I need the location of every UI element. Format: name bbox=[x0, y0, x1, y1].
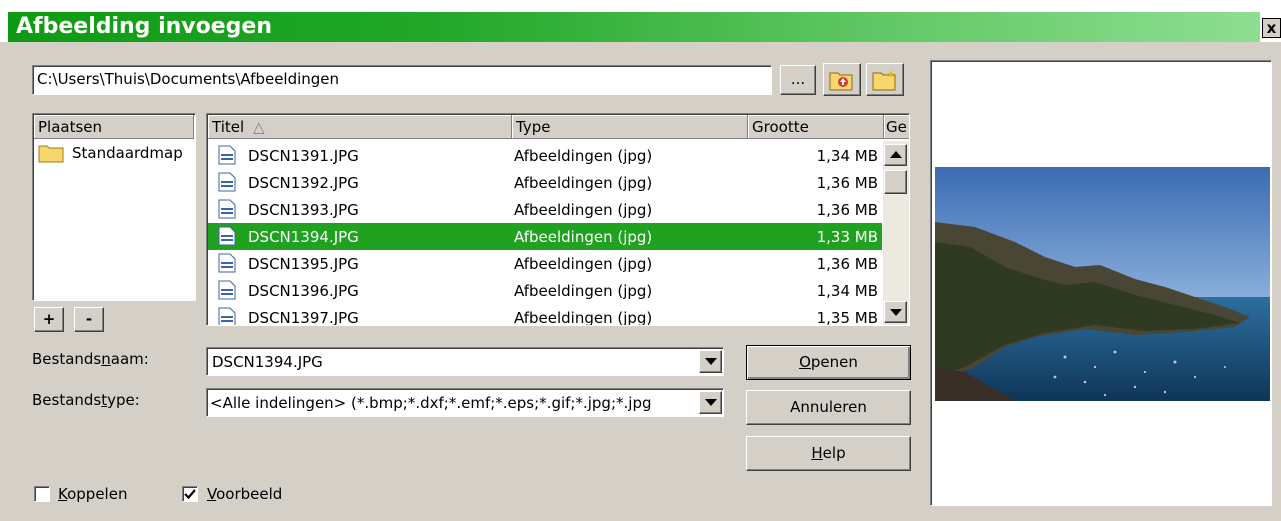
file-type: Afbeeldingen (jpg) bbox=[514, 255, 653, 273]
image-file-icon bbox=[218, 226, 236, 246]
file-size: 1,36 MB bbox=[816, 174, 878, 192]
remove-icon: - bbox=[85, 310, 93, 328]
help-button[interactable]: Help bbox=[746, 436, 911, 471]
remove-place-button[interactable]: - bbox=[74, 307, 104, 332]
filename-input[interactable]: DSCN1394.JPG bbox=[206, 347, 724, 376]
file-size: 1,33 MB bbox=[816, 228, 878, 246]
close-icon: x bbox=[1266, 19, 1277, 37]
column-type-label: Type bbox=[516, 118, 551, 136]
folder-icon bbox=[38, 145, 64, 163]
image-file-icon bbox=[218, 145, 236, 165]
file-rows: DSCN1391.JPG Afbeeldingen (jpg) 1,34 MB … bbox=[208, 142, 882, 326]
chevron-down-icon bbox=[705, 358, 717, 365]
open-button[interactable]: Openen bbox=[746, 345, 911, 380]
column-date-label: Ge bbox=[886, 118, 907, 136]
column-header-title[interactable]: Titel △ bbox=[208, 115, 512, 139]
chevron-down-icon bbox=[705, 399, 717, 406]
window-title: Afbeelding invoegen bbox=[16, 14, 272, 39]
file-name: DSCN1392.JPG bbox=[248, 174, 359, 192]
file-name: DSCN1396.JPG bbox=[248, 282, 359, 300]
column-header-type[interactable]: Type bbox=[512, 115, 748, 139]
browse-label: ... bbox=[790, 70, 806, 88]
arrow-up-icon bbox=[890, 151, 902, 158]
file-type: Afbeeldingen (jpg) bbox=[514, 147, 653, 165]
parent-folder-button[interactable] bbox=[823, 63, 861, 96]
places-header: Plaatsen bbox=[34, 115, 194, 139]
checkmark-icon bbox=[184, 489, 196, 500]
column-title-label: Titel bbox=[212, 118, 245, 136]
file-row[interactable]: DSCN1393.JPG Afbeeldingen (jpg) 1,36 MB bbox=[208, 196, 882, 223]
file-row-selected[interactable]: DSCN1394.JPG Afbeeldingen (jpg) 1,33 MB bbox=[208, 223, 882, 250]
places-panel: Plaatsen Standaardmap bbox=[32, 113, 196, 301]
file-row[interactable]: DSCN1392.JPG Afbeeldingen (jpg) 1,36 MB bbox=[208, 169, 882, 196]
new-folder-icon bbox=[872, 70, 896, 91]
new-folder-button[interactable] bbox=[866, 63, 904, 96]
file-size: 1,34 MB bbox=[816, 282, 878, 300]
place-item-standaardmap[interactable]: Standaardmap bbox=[36, 142, 194, 166]
preview-image bbox=[935, 167, 1270, 401]
scroll-down-button[interactable] bbox=[884, 301, 907, 323]
path-input[interactable]: C:\Users\Thuis\Documents\Afbeeldingen bbox=[32, 65, 772, 95]
file-list: Titel △ Type Grootte Ge DSCN1391.JPG Afb… bbox=[206, 113, 910, 326]
filename-dropdown-button[interactable] bbox=[699, 350, 722, 373]
image-file-icon bbox=[218, 199, 236, 219]
filetype-label: Bestandstype: bbox=[32, 391, 140, 409]
column-header-date[interactable]: Ge bbox=[884, 115, 909, 139]
file-list-header: Titel △ Type Grootte Ge bbox=[208, 115, 909, 139]
path-value: C:\Users\Thuis\Documents\Afbeeldingen bbox=[37, 70, 340, 88]
scroll-thumb[interactable] bbox=[884, 170, 907, 194]
link-label: Koppelen bbox=[58, 485, 128, 503]
column-size-label: Grootte bbox=[752, 118, 809, 136]
file-type: Afbeeldingen (jpg) bbox=[514, 309, 653, 326]
arrow-down-icon bbox=[890, 309, 902, 316]
file-type: Afbeeldingen (jpg) bbox=[514, 201, 653, 219]
preview-checkbox[interactable] bbox=[182, 486, 198, 502]
file-size: 1,36 MB bbox=[816, 201, 878, 219]
cancel-label: Annuleren bbox=[790, 398, 867, 416]
filename-value: DSCN1394.JPG bbox=[212, 353, 323, 371]
filename-label: Bestandsnaam: bbox=[32, 350, 149, 368]
preview-pane bbox=[930, 60, 1272, 506]
vertical-scrollbar[interactable] bbox=[883, 141, 909, 325]
file-size: 1,35 MB bbox=[816, 309, 878, 326]
image-file-icon bbox=[218, 280, 236, 300]
image-file-icon bbox=[218, 172, 236, 192]
file-type: Afbeeldingen (jpg) bbox=[514, 228, 653, 246]
image-file-icon bbox=[218, 307, 236, 325]
cancel-button[interactable]: Annuleren bbox=[746, 390, 911, 425]
file-size: 1,34 MB bbox=[816, 147, 878, 165]
close-button[interactable]: x bbox=[1262, 18, 1281, 38]
file-name: DSCN1397.JPG bbox=[248, 309, 359, 326]
link-checkbox[interactable] bbox=[34, 486, 50, 502]
filetype-value: <Alle indelingen> (*.bmp;*.dxf;*.emf;*.e… bbox=[210, 394, 652, 412]
file-row[interactable]: DSCN1395.JPG Afbeeldingen (jpg) 1,36 MB bbox=[208, 250, 882, 277]
file-name: DSCN1391.JPG bbox=[248, 147, 359, 165]
place-item-label: Standaardmap bbox=[72, 144, 183, 162]
file-row[interactable]: DSCN1396.JPG Afbeeldingen (jpg) 1,34 MB bbox=[208, 277, 882, 304]
file-name: DSCN1394.JPG bbox=[248, 228, 359, 246]
preview-label: Voorbeeld bbox=[207, 485, 283, 503]
scroll-up-button[interactable] bbox=[884, 144, 907, 166]
places-header-label: Plaatsen bbox=[38, 118, 103, 136]
file-size: 1,36 MB bbox=[816, 255, 878, 273]
sort-ascending-icon: △ bbox=[252, 118, 265, 136]
filetype-select[interactable]: <Alle indelingen> (*.bmp;*.dxf;*.emf;*.e… bbox=[206, 388, 724, 417]
browse-button[interactable]: ... bbox=[780, 65, 816, 95]
file-row[interactable]: DSCN1397.JPG Afbeeldingen (jpg) 1,35 MB bbox=[208, 304, 882, 326]
add-place-button[interactable]: + bbox=[34, 307, 64, 332]
add-icon: + bbox=[42, 310, 56, 328]
column-header-size[interactable]: Grootte bbox=[748, 115, 884, 139]
file-name: DSCN1395.JPG bbox=[248, 255, 359, 273]
folder-up-icon bbox=[829, 72, 853, 91]
filetype-dropdown-button[interactable] bbox=[699, 391, 722, 414]
file-name: DSCN1393.JPG bbox=[248, 201, 359, 219]
file-type: Afbeeldingen (jpg) bbox=[514, 282, 653, 300]
file-row[interactable]: DSCN1391.JPG Afbeeldingen (jpg) 1,34 MB bbox=[208, 142, 882, 169]
file-type: Afbeeldingen (jpg) bbox=[514, 174, 653, 192]
image-file-icon bbox=[218, 253, 236, 273]
